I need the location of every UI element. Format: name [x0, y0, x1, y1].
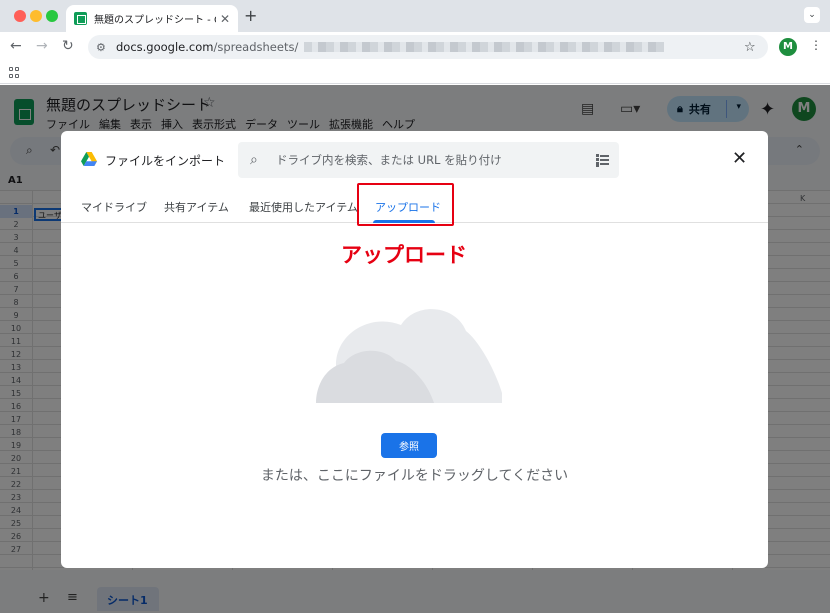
browser-toolbar: ← → ↻ ⚙ docs.google.com /spreadsheets/ ☆ [0, 32, 830, 62]
close-icon[interactable]: ✕ [732, 148, 747, 169]
filter-icon[interactable] [595, 153, 609, 167]
drop-zone-text: または、ここにファイルをドラッグしてください [260, 468, 569, 484]
upload-tab-highlight [357, 183, 454, 226]
forward-icon[interactable]: → [36, 38, 48, 54]
reload-icon[interactable]: ↻ [62, 38, 74, 54]
browser-profile-avatar[interactable]: M [779, 38, 797, 56]
url-redacted [304, 42, 665, 52]
import-file-dialog: ファイルをインポート ⌕ ✕ マイドライブ 共有アイテム 最近使用したアイテム … [61, 131, 768, 568]
tab-my-drive[interactable]: マイドライブ [81, 199, 147, 215]
dialog-title: ファイルをインポート [105, 154, 226, 168]
window-maximize-button[interactable] [46, 10, 58, 22]
tab-close-icon[interactable]: ✕ [220, 12, 230, 26]
new-tab-icon[interactable]: + [244, 6, 257, 25]
drive-icon [81, 152, 97, 166]
search-input[interactable] [276, 150, 576, 170]
drive-search-box[interactable]: ⌕ [238, 142, 619, 178]
sheets-favicon-icon [74, 12, 87, 25]
url-host: docs.google.com [116, 40, 214, 54]
tab-search-icon[interactable]: ⌄ [804, 7, 820, 23]
address-bar[interactable]: ⚙ docs.google.com /spreadsheets/ [88, 35, 768, 59]
tab-shared[interactable]: 共有アイテム [164, 199, 229, 215]
site-settings-icon[interactable]: ⚙ [96, 41, 110, 54]
browse-button[interactable]: 参照 [381, 433, 437, 458]
back-icon[interactable]: ← [10, 38, 22, 54]
browser-tab-bar: 無題のスプレッドシート - Google ✕ + ⌄ [0, 0, 830, 32]
apps-grid-icon[interactable] [9, 67, 20, 78]
bookmark-star-icon[interactable]: ☆ [744, 40, 756, 55]
upload-annotation: アップロード [341, 243, 467, 267]
bookmarks-bar [0, 62, 830, 84]
browser-tab-title: 無題のスプレッドシート - Google [94, 15, 216, 26]
search-icon[interactable]: ⌕ [250, 152, 258, 168]
window-minimize-button[interactable] [30, 10, 42, 22]
url-path: /spreadsheets/ [213, 40, 299, 54]
window-close-button[interactable] [14, 10, 26, 22]
browser-menu-icon[interactable]: ⋮ [810, 38, 822, 52]
cloud-illustration [316, 309, 502, 403]
tab-recent[interactable]: 最近使用したアイテム [249, 199, 358, 215]
browser-tab[interactable]: 無題のスプレッドシート - Google ✕ [66, 5, 238, 32]
